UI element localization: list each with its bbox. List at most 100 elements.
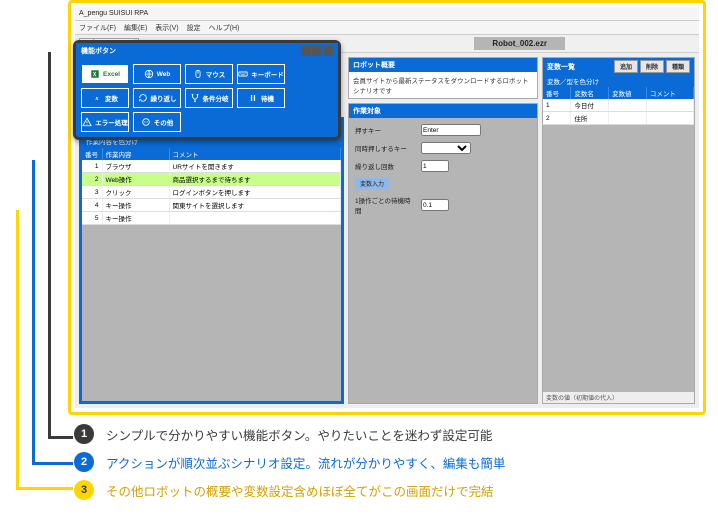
table-row[interactable]: 2住所 xyxy=(543,112,694,125)
var-col-comment: コメント xyxy=(646,87,693,99)
variables-subhead: 変数／型を色分け xyxy=(543,75,694,87)
func-globe-button[interactable]: Web xyxy=(133,64,181,84)
maximize-icon[interactable] xyxy=(312,46,322,56)
var-type-button[interactable]: 種類 xyxy=(666,60,690,73)
scenario-panel: 1操作毎の待機時間（秒） 作業内容を色分け xyxy=(79,117,344,404)
robot-name-display: Robot_002.ezr xyxy=(474,37,565,50)
summary-body: 会員サイトから最新ステータスをダウンロードするロボットシナリオです xyxy=(349,72,537,98)
func-label: エラー処理 xyxy=(95,117,128,127)
callout-line-3 xyxy=(16,210,73,490)
repeat-label: 繰り返し回数 xyxy=(355,161,415,171)
pause-icon xyxy=(248,93,258,103)
close-window-icon[interactable] xyxy=(323,46,333,56)
menu-settings[interactable]: 設定 xyxy=(187,23,201,33)
scenario-table: 番号 作業内容 コメント 1ブラウザURサイトを開きます2Web操作商品選択する… xyxy=(82,148,341,225)
func-error-button[interactable]: エラー処理 xyxy=(81,112,129,132)
app-title: A_pengu SUISUI RPA xyxy=(79,10,148,17)
cell-varcomment xyxy=(646,112,693,125)
func-loop-button[interactable]: 繰り返し xyxy=(133,88,181,108)
work-header: 作業対象 xyxy=(349,104,537,118)
annotation-badge-3: 3 xyxy=(74,480,94,500)
func-label: キーボード xyxy=(251,69,284,79)
cell-comment: URサイトを開きます xyxy=(169,160,340,173)
annotation-1: 1 シンプルで分かりやすい機能ボタン。やりたいことを迷わず設定可能 xyxy=(74,424,710,444)
repeat-input[interactable] xyxy=(421,160,449,172)
annotation-text-3: その他ロボットの概要や変数設定含めほぼ全てがこの画面だけで完結 xyxy=(106,481,494,500)
menu-file[interactable]: ファイル(F) xyxy=(79,23,116,33)
func-label: 変数 xyxy=(105,93,118,103)
svg-text:x: x xyxy=(95,96,99,102)
annotation-badge-2: 2 xyxy=(74,452,94,472)
annotation-badge-1: 1 xyxy=(74,424,94,444)
menu-view[interactable]: 表示(V) xyxy=(155,23,178,33)
function-header: 機能ボタン xyxy=(76,43,338,59)
simul-key-select[interactable] xyxy=(421,142,471,154)
work-title: 作業対象 xyxy=(353,106,381,116)
func-branch-button[interactable]: 条件分岐 xyxy=(185,88,233,108)
var-col-name: 変数名 xyxy=(571,87,609,99)
function-title: 機能ボタン xyxy=(81,46,116,56)
cell-idx: 5 xyxy=(82,212,102,225)
func-label: 繰り返し xyxy=(151,93,177,103)
func-other-button[interactable]: その他 xyxy=(133,112,181,132)
table-row[interactable]: 1今日付 xyxy=(543,99,694,112)
var-input-chip[interactable]: 変数入力 xyxy=(355,178,389,189)
keyboard-icon xyxy=(238,69,248,79)
variables-table: 番号 変数名 変数値 コメント 1今日付2住所 xyxy=(543,87,694,125)
table-row[interactable]: 5キー操作 xyxy=(82,212,341,225)
cell-varval xyxy=(609,112,647,125)
annotation-text-1: シンプルで分かりやすい機能ボタン。やりたいことを迷わず設定可能 xyxy=(106,425,492,444)
variables-footer: 変数の値（初期値の代入） xyxy=(543,392,694,403)
cell-comment: 商品選択するまで待ちます xyxy=(169,173,340,186)
cell-action: キー操作 xyxy=(102,212,169,225)
table-row[interactable]: 3クリックログインボタンを押します xyxy=(82,186,341,199)
func-keyboard-button[interactable]: キーボード xyxy=(237,64,285,84)
cell-idx: 4 xyxy=(82,199,102,212)
annotation-text-2: アクションが順次並ぶシナリオ設定。流れが分かりやすく、編集も簡単 xyxy=(106,453,505,472)
work-target-panel: 作業対象 押すキー 同時押しするキー 繰り返し回数 xyxy=(348,103,538,404)
var-icon: x xyxy=(92,93,102,103)
annotation-3: 3 その他ロボットの概要や変数設定含めほぼ全てがこの画面だけで完結 xyxy=(74,480,710,500)
variables-title: 変数一覧 xyxy=(547,62,575,72)
menu-edit[interactable]: 編集(E) xyxy=(124,23,147,33)
titlebar: A_pengu SUISUI RPA xyxy=(75,7,699,21)
cell-idx: 2 xyxy=(82,173,102,186)
right-column: 変数一覧 追加 削除 種類 変数／型を色分け 番号 xyxy=(542,57,695,404)
key-input[interactable] xyxy=(421,124,481,136)
center-column: ロボット概要 会員サイトから最新ステータスをダウンロードするロボットシナリオです… xyxy=(348,57,538,404)
cell-action: ブラウザ xyxy=(102,160,169,173)
func-label: その他 xyxy=(154,117,174,127)
table-row[interactable]: 1ブラウザURサイトを開きます xyxy=(82,160,341,173)
per-op-wait-input[interactable] xyxy=(421,199,449,211)
excel-icon xyxy=(90,69,100,79)
cell-action: クリック xyxy=(102,186,169,199)
cell-comment xyxy=(169,212,340,225)
func-pause-button[interactable]: 待機 xyxy=(237,88,285,108)
cell-action: キー操作 xyxy=(102,199,169,212)
variables-header: 変数一覧 追加 削除 種類 xyxy=(543,58,694,75)
variables-empty-area xyxy=(543,125,694,392)
func-label: Excel xyxy=(103,71,120,78)
minimize-icon[interactable] xyxy=(301,46,311,56)
summary-title: ロボット概要 xyxy=(353,60,395,70)
function-buttons-panel: 機能ボタン Excel Webマウス キーボード x 変数 繰り返し 条件分岐待機エラー処理… xyxy=(73,40,341,140)
cell-comment: ログインボタンを押します xyxy=(169,186,340,199)
summary-panel: ロボット概要 会員サイトから最新ステータスをダウンロードするロボットシナリオです xyxy=(348,57,538,99)
func-var-button[interactable]: x 変数 xyxy=(81,88,129,108)
var-delete-button[interactable]: 削除 xyxy=(640,60,664,73)
key-label: 押すキー xyxy=(355,125,415,135)
func-label: 条件分岐 xyxy=(203,93,229,103)
table-row[interactable]: 4キー操作関東サイトを選択します xyxy=(82,199,341,212)
cell-varname: 今日付 xyxy=(571,99,609,112)
cell-varval xyxy=(609,99,647,112)
menu-help[interactable]: ヘルプ(H) xyxy=(209,23,240,33)
summary-header: ロボット概要 xyxy=(349,58,537,72)
var-add-button[interactable]: 追加 xyxy=(614,60,638,73)
table-row[interactable]: 2Web操作商品選択するまで待ちます xyxy=(82,173,341,186)
var-col-val: 変数値 xyxy=(609,87,647,99)
func-excel-button[interactable]: Excel xyxy=(81,64,129,84)
col-comment: コメント xyxy=(169,148,340,160)
cell-idx: 2 xyxy=(543,112,571,125)
col-action: 作業内容 xyxy=(102,148,169,160)
func-mouse-button[interactable]: マウス xyxy=(185,64,233,84)
